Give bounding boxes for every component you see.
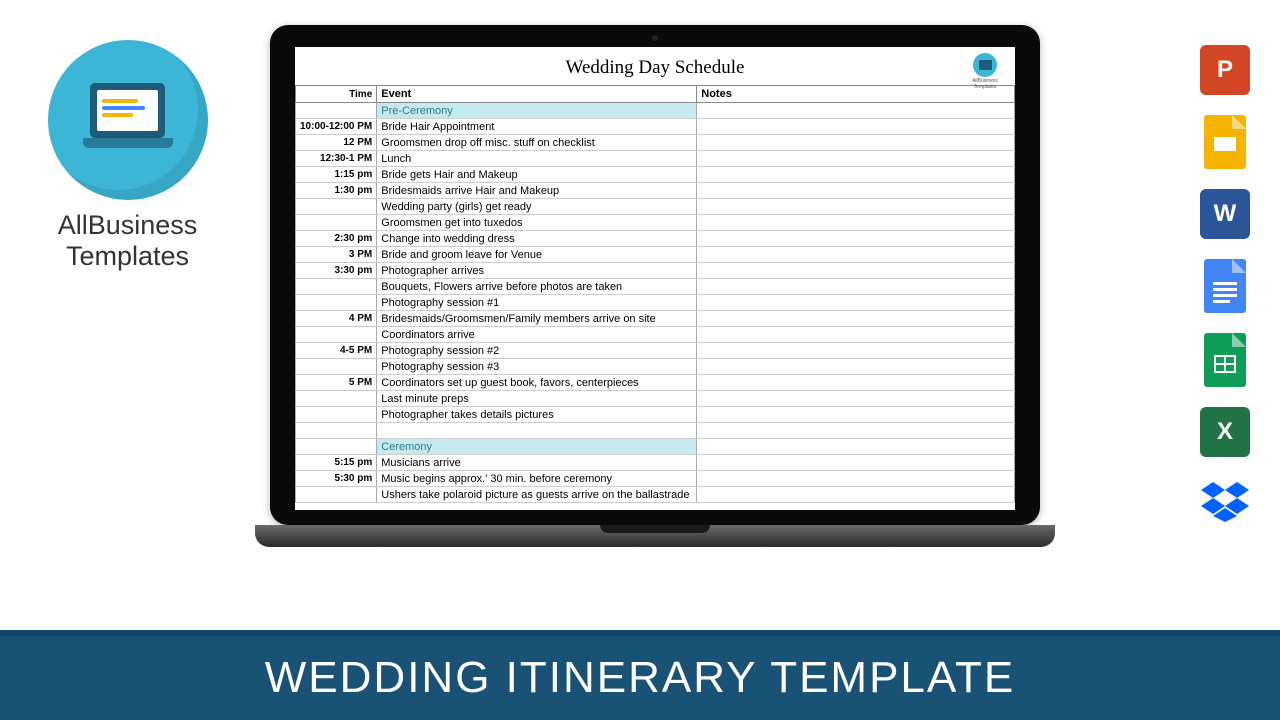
table-row: Coordinators arrive — [296, 327, 1015, 343]
table-row: 5:15 pmMusicians arrive — [296, 455, 1015, 471]
brand-logo-circle — [48, 40, 208, 200]
table-header-row: Time Event Notes — [296, 86, 1015, 103]
table-row: Photography session #1 — [296, 295, 1015, 311]
laptop-icon — [83, 83, 173, 158]
table-row: Wedding party (girls) get ready — [296, 199, 1015, 215]
table-row: 12 PMGroomsmen drop off misc. stuff on c… — [296, 135, 1015, 151]
dropbox-icon[interactable] — [1200, 477, 1250, 527]
excel-icon[interactable]: X — [1200, 407, 1250, 457]
document-header: Wedding Day Schedule AllBusiness Templat… — [295, 47, 1015, 85]
table-row: 12:30-1 PMLunch — [296, 151, 1015, 167]
table-row: 3 PMBride and groom leave for Venue — [296, 247, 1015, 263]
banner-title: WEDDING ITINERARY TEMPLATE — [265, 653, 1015, 703]
table-row: 2:30 pmChange into wedding dress — [296, 231, 1015, 247]
laptop-mockup: Wedding Day Schedule AllBusiness Templat… — [255, 25, 1055, 585]
camera-icon — [652, 35, 658, 41]
table-row — [296, 423, 1015, 439]
table-row: 3:30 pmPhotographer arrives — [296, 263, 1015, 279]
table-row: 10:00-12:00 PMBride Hair Appointment — [296, 119, 1015, 135]
col-event: Event — [377, 86, 697, 103]
table-row: Pre-Ceremony — [296, 103, 1015, 119]
table-row: Photography session #3 — [296, 359, 1015, 375]
table-row: Ceremony — [296, 439, 1015, 455]
file-format-icons: P W X — [1195, 45, 1255, 547]
table-row: 4-5 PMPhotography session #2 — [296, 343, 1015, 359]
table-row: Photographer takes details pictures — [296, 407, 1015, 423]
title-banner: WEDDING ITINERARY TEMPLATE — [0, 630, 1280, 720]
brand-logo-area: AllBusinessTemplates — [15, 40, 240, 272]
laptop-frame: Wedding Day Schedule AllBusiness Templat… — [270, 25, 1040, 525]
table-row: 1:30 pmBridesmaids arrive Hair and Makeu… — [296, 183, 1015, 199]
google-slides-icon[interactable] — [1204, 115, 1246, 169]
schedule-table: Time Event Notes Pre-Ceremony10:00-12:00… — [295, 85, 1015, 503]
col-time: Time — [296, 86, 377, 103]
table-row: Ushers take polaroid picture as guests a… — [296, 487, 1015, 503]
document-screen: Wedding Day Schedule AllBusiness Templat… — [295, 47, 1015, 510]
table-row: Groomsmen get into tuxedos — [296, 215, 1015, 231]
google-docs-icon[interactable] — [1204, 259, 1246, 313]
document-title: Wedding Day Schedule — [295, 57, 1015, 79]
laptop-base — [255, 525, 1055, 547]
document-watermark: AllBusiness Templates — [965, 53, 1005, 90]
word-icon[interactable]: W — [1200, 189, 1250, 239]
table-row: 5:30 pmMusic begins approx.' 30 min. bef… — [296, 471, 1015, 487]
table-row: 4 PMBridesmaids/Groomsmen/Family members… — [296, 311, 1015, 327]
table-row: Bouquets, Flowers arrive before photos a… — [296, 279, 1015, 295]
google-sheets-icon[interactable] — [1204, 333, 1246, 387]
powerpoint-icon[interactable]: P — [1200, 45, 1250, 95]
table-row: 1:15 pmBride gets Hair and Makeup — [296, 167, 1015, 183]
brand-name: AllBusinessTemplates — [15, 210, 240, 272]
table-row: 5 PMCoordinators set up guest book, favo… — [296, 375, 1015, 391]
table-row: Last minute preps — [296, 391, 1015, 407]
